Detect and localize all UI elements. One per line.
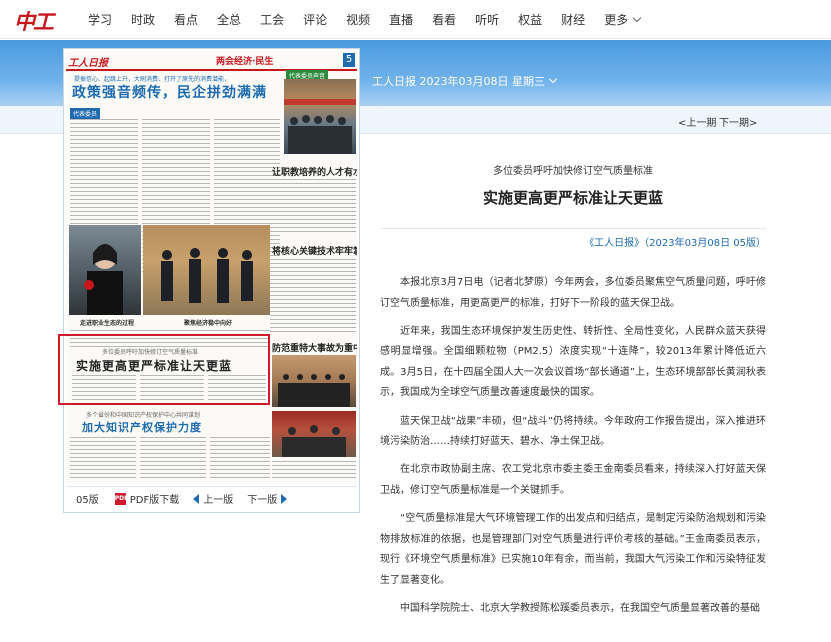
nav-item-video[interactable]: 视频 [346, 11, 370, 28]
nav-item-acftu[interactable]: 全总 [217, 11, 241, 28]
article-paragraph: 中国科学院院士、北京大学教授陈松蹊委员表示，在我国空气质量显著改善的基础 [400, 602, 760, 614]
paper-text-column [272, 461, 356, 481]
nav-item-live[interactable]: 直播 [389, 11, 413, 28]
paper-story5-kicker: 多个省份和中国知识产权保护中心共同谋划 [86, 412, 201, 419]
nav-item-study[interactable]: 学习 [88, 11, 112, 28]
page-footer-toolbar: 05版 PDF PDF版下载 上一版 下一版 [66, 486, 357, 510]
article-paragraph: 近年来，我国生态环境保护发生历史性、转折性、全局性变化，人民群众蓝天获得感明显增… [380, 325, 766, 399]
article-paragraph: 本报北京3月7日电（记者北梦原）今年两会，多位委员聚焦空气质量问题，呼吁修订空气… [380, 277, 766, 309]
prev-page-label: 上一版 [203, 495, 234, 506]
paper-story5-title[interactable]: 加大知识产权保护力度 [82, 419, 202, 435]
paper-text-column [270, 259, 356, 334]
photo-people-icon [278, 374, 350, 407]
newspaper-page-panel: 工人日报 两会经济·民生 5 提振信心、起跳上升，大刷消费、打开了原先的消费潜能… [63, 48, 360, 513]
nav-item-finance[interactable]: 财经 [561, 11, 585, 28]
chevron-down-icon [548, 74, 558, 84]
pdf-download-link[interactable]: PDF PDF版下载 [114, 491, 180, 506]
paper-story-title[interactable]: 防范重特大事故为重中之重 [272, 341, 357, 354]
next-page-link[interactable]: 下一版 [247, 491, 288, 506]
photo-meeting-bottom[interactable] [272, 411, 356, 457]
photo-person-icon [84, 244, 123, 315]
selected-story-highlight[interactable] [58, 334, 270, 405]
nav-item-listen[interactable]: 听听 [475, 11, 499, 28]
nav-item-politics[interactable]: 时政 [131, 11, 155, 28]
article-body: 本报北京3月7日电（记者北梦原）今年两会，多位委员聚焦空气质量问题，呼吁修订空气… [380, 273, 766, 627]
paper-text-column [70, 437, 136, 481]
paper-text-column [140, 437, 206, 481]
pdf-icon: PDF [114, 492, 128, 505]
edition-label: 05版 [76, 495, 99, 506]
article-paragraph: 在北京市政协副主席、农工党北京市委主委王金南委员看来，持续深入打好蓝天保卫战，修… [380, 464, 766, 496]
newspaper-page-image[interactable]: 工人日报 两会经济·民生 5 提振信心、起跳上升，大刷消费、打开了原先的消费潜能… [66, 51, 357, 483]
paper-photo-caption: 聚焦经济稳中向好 [184, 320, 233, 327]
prev-page-link[interactable]: 上一版 [193, 491, 233, 506]
paper-masthead-bar: 工人日报 两会经济·民生 5 [66, 51, 357, 71]
photo-people-icon [282, 425, 346, 457]
paper-section-name: 两会经济·民生 [216, 57, 274, 67]
nav-item-more[interactable]: 更多 [604, 11, 642, 28]
article-divider [380, 228, 766, 229]
photo-press-conference[interactable] [272, 355, 356, 407]
nav-more-label: 更多 [604, 13, 629, 27]
article-paragraph: 蓝天保卫战“战果”丰硕，但“战斗”仍将持续。今年政府工作报告提出，深入推进环境污… [380, 415, 766, 448]
site-logo[interactable]: 中工网 [14, 6, 62, 64]
pdf-download-label: PDF版下载 [129, 495, 180, 506]
paper-story-title[interactable]: 让职教培养的人才有水平有尊严 [272, 165, 357, 178]
nav-item-union[interactable]: 工会 [260, 11, 284, 28]
paper-tag-left: 代表委员 [70, 108, 101, 119]
prev-issue-link[interactable]: <上一期 [678, 114, 716, 129]
photo-people-icon [284, 99, 356, 154]
top-nav-bar: 中工网 学习 时政 看点 全总 工会 评论 视频 直播 看看 听听 权益 财经 … [0, 0, 831, 64]
paper-main-headline[interactable]: 政策强音频传，民企拼劲满满 [72, 82, 272, 102]
next-page-label: 下一版 [247, 495, 278, 506]
photo-people-icon [161, 248, 253, 303]
photo-delegate-woman[interactable] [69, 225, 141, 315]
chevron-down-icon [632, 13, 642, 23]
paper-text-column [210, 437, 270, 481]
photo-officials-walking[interactable] [143, 225, 270, 315]
issue-date-selector[interactable]: 工人日报 2023年03月08日 星期三 [372, 73, 558, 89]
article-title: 实施更高更严标准让天更蓝 [482, 189, 663, 207]
article-source: 《工人日报》（2023年03月08日 05版） [584, 238, 766, 249]
paper-photo-caption: 走进职业生态的过程 [80, 320, 135, 327]
nav-item-rights[interactable]: 权益 [518, 11, 542, 28]
photo-meeting-top[interactable] [284, 79, 356, 154]
main-nav: 学习 时政 看点 全总 工会 评论 视频 直播 看看 听听 权益 财经 更多 [88, 0, 659, 39]
paper-page-number: 5 [343, 53, 355, 67]
article-subhead: 多位委员呼吁加快修订空气质量标准 [493, 166, 653, 177]
nav-item-commentary[interactable]: 评论 [303, 11, 327, 28]
issue-date-label: 工人日报 2023年03月08日 星期三 [372, 75, 545, 88]
arrow-left-icon [193, 493, 200, 504]
arrow-right-icon [281, 493, 288, 504]
next-issue-link[interactable]: 下一期> [719, 114, 757, 129]
nav-item-highlights[interactable]: 看点 [174, 11, 198, 28]
paper-text-column [270, 179, 356, 234]
nav-item-watch[interactable]: 看看 [432, 11, 456, 28]
paper-story-title[interactable]: 将核心关键技术牢牢掌握在手里 [272, 244, 357, 257]
paper-masthead: 工人日报 [68, 58, 108, 69]
article-paragraph: “空气质量标准是大气环境管理工作的出发点和归结点，是制定污染防治规划和污染物排放… [380, 512, 766, 586]
